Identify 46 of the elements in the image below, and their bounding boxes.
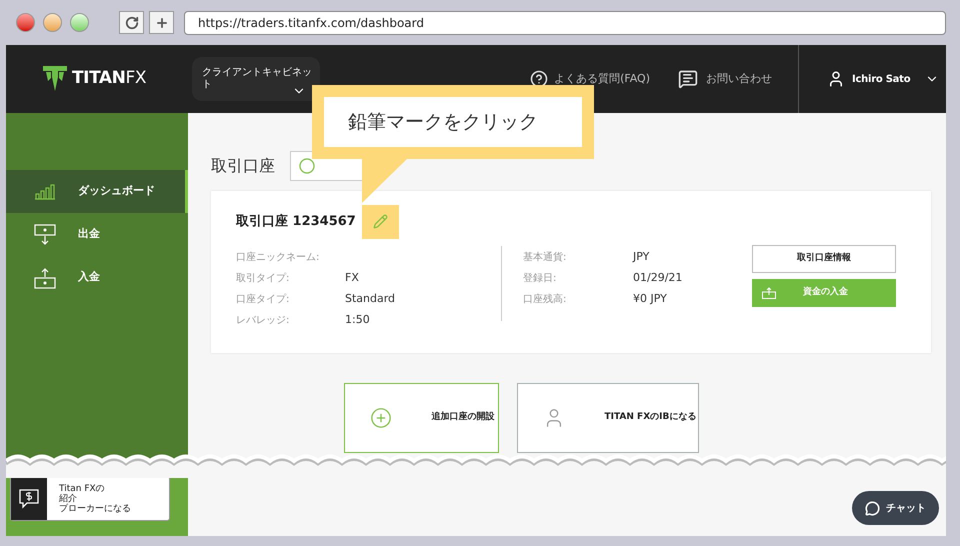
field-label: 口座残高:	[523, 292, 568, 307]
field-label: 口座タイプ:	[236, 292, 290, 306]
account-info-button[interactable]: 取引口座情報	[752, 244, 896, 272]
pencil-icon[interactable]	[372, 214, 388, 230]
sidebar-item[interactable]: 出金	[6, 213, 188, 256]
logo-icon	[43, 66, 67, 92]
user-menu[interactable]: Ichiro Sato	[799, 70, 946, 88]
field-value: Standard	[345, 290, 396, 307]
field-label: レバレッジ:	[236, 314, 290, 328]
sidebar-item[interactable]: 入金	[6, 256, 188, 299]
chat-bubble-icon	[678, 69, 698, 89]
cabinet-menu[interactable]: クライアントキャビネット	[192, 57, 320, 101]
logo-text: TITANFX	[72, 67, 146, 90]
reload-icon	[124, 16, 138, 30]
page-title: 取引口座	[211, 155, 275, 177]
plus-icon	[154, 16, 168, 30]
field-label: 登録日:	[523, 272, 558, 286]
chat-button[interactable]: チャット	[852, 491, 939, 525]
field-label: 基本通貨:	[523, 250, 568, 265]
open-account-card[interactable]: 追加口座の開設	[344, 383, 498, 453]
bar-chart-icon	[34, 184, 56, 200]
referral-card[interactable]: Titan FXの 紹介 ブローカーになる	[10, 476, 170, 521]
faq-link[interactable]: よくある質問(FAQ)	[530, 70, 650, 88]
address-bar[interactable]: https://traders.titanfx.com/dashboard	[184, 10, 946, 34]
banknote-up-icon	[762, 286, 776, 298]
banknote-down-icon	[34, 224, 56, 246]
banknote-up-icon	[34, 266, 56, 288]
field-value: JPY	[633, 249, 650, 266]
help-icon	[530, 70, 548, 88]
account-title: 取引口座 1234567	[236, 212, 356, 231]
reload-button[interactable]	[119, 11, 144, 34]
new-tab-button[interactable]	[149, 11, 174, 34]
user-icon	[827, 70, 845, 88]
referral-text: Titan FXの 紹介 ブローカーになる	[58, 482, 131, 516]
callout-pointer	[362, 158, 408, 203]
dollar-bubble-icon	[19, 488, 39, 508]
field-label: 取引タイプ:	[236, 272, 290, 286]
field-value: ¥0 JPY	[633, 291, 667, 308]
field-value: 01/29/21	[633, 270, 682, 286]
chat-bubble-icon	[865, 500, 880, 516]
contact-link[interactable]: お問い合わせ	[678, 69, 772, 89]
field-value: FX	[345, 270, 359, 286]
field-value: 1:50	[345, 312, 370, 328]
sidebar-item[interactable]: ダッシュボード	[6, 170, 188, 213]
become-ib-card[interactable]: TITAN FXのIBになる	[516, 383, 698, 453]
field-label: 口座ニックネーム:	[236, 250, 320, 264]
